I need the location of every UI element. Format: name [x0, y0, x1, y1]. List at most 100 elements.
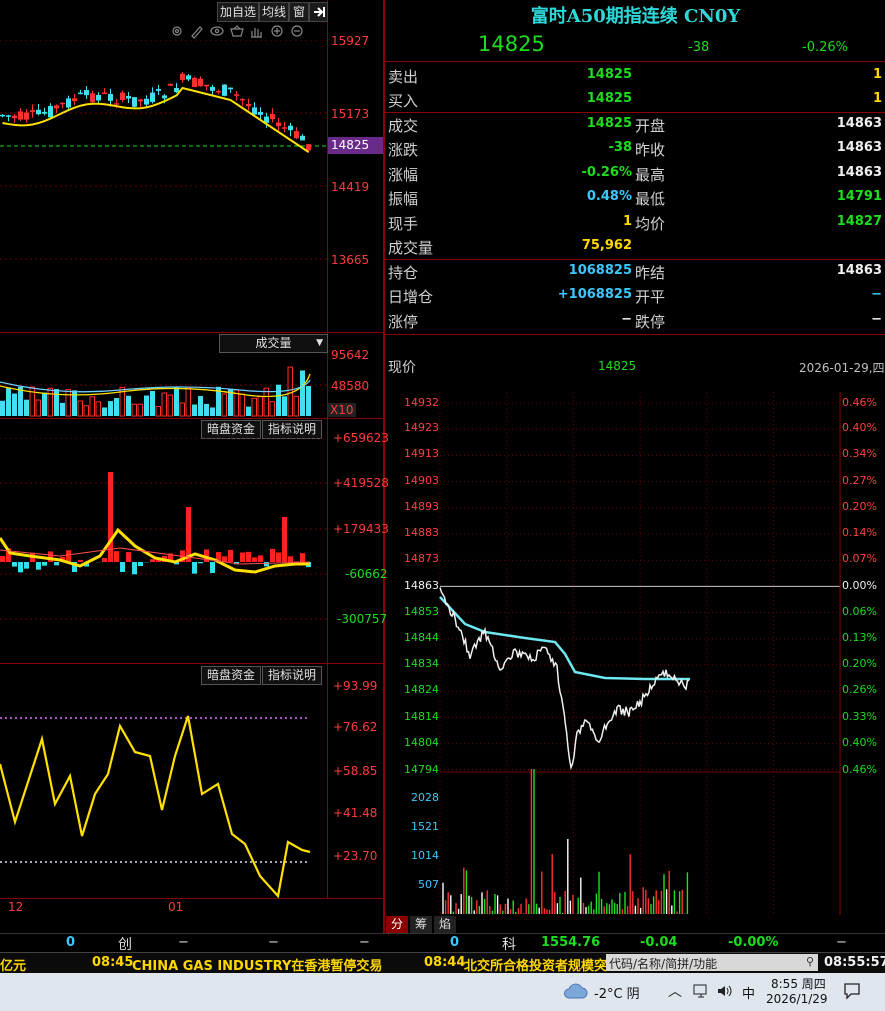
candle-body	[168, 83, 173, 86]
notification-icon[interactable]	[843, 982, 861, 1004]
volume-bar	[65, 389, 71, 417]
volume-indicator-dropdown[interactable]: 成交量 ▼	[219, 334, 328, 353]
candle-body	[156, 89, 161, 91]
flow-bar	[228, 549, 233, 562]
row-value-2: 14863	[836, 263, 882, 278]
left-panel-right-border	[327, 0, 328, 898]
candle-body	[294, 131, 299, 139]
search-input[interactable]: 代码/名称/简拼/功能 ⚲	[606, 954, 818, 971]
volume-icon[interactable]	[716, 983, 734, 1003]
flow-bar	[132, 562, 137, 575]
current-price-marker: 14825	[328, 137, 383, 154]
volume-bar	[95, 401, 101, 417]
row-value-2: 14863	[836, 140, 882, 155]
flow-bar	[186, 507, 191, 562]
ticker-text-2[interactable]: 北交所合格投资者规模突	[464, 955, 606, 974]
row-label: 振幅	[388, 190, 419, 208]
volume-bar	[185, 386, 191, 417]
volume-axis-2: 48580	[331, 379, 370, 393]
pct-tick: 0.20%	[842, 500, 877, 513]
ticker-prefix: 亿元	[0, 959, 27, 974]
taskbar-time[interactable]: 8:55 周四	[771, 975, 826, 992]
volume-bar	[0, 400, 5, 416]
tab-add-favorite[interactable]: 加自选	[217, 2, 259, 22]
sell-qty: 1	[872, 67, 882, 82]
network-icon[interactable]	[692, 983, 710, 1003]
row-value-2: 14863	[836, 165, 882, 180]
flow-bar	[240, 552, 245, 562]
row-value-2: −	[871, 287, 882, 302]
taskbar-date[interactable]: 2026/1/29	[766, 992, 828, 1006]
price-tick: 14863	[404, 579, 439, 592]
search-icon[interactable]: ⚲	[806, 955, 814, 968]
tray-expand-icon[interactable]: ︿	[668, 981, 682, 1001]
dark-pool-button-2[interactable]: 暗盘资金	[201, 666, 261, 685]
row-label-2: 跌停	[635, 313, 666, 331]
indicator2-bottom-border	[0, 898, 384, 899]
volume-bar	[161, 392, 167, 417]
row-label-2: 开盘	[635, 117, 666, 135]
star-market-label[interactable]: 科	[502, 934, 516, 954]
pct-tick: 0.40%	[842, 736, 877, 749]
price-tick: 14923	[404, 421, 439, 434]
candle-body	[240, 98, 245, 101]
candle-body	[36, 109, 41, 115]
volume-bar	[251, 397, 257, 417]
pct-tick: 0.20%	[842, 657, 877, 670]
indicator-help-button-1[interactable]: 指标说明	[262, 420, 322, 439]
candle-body	[228, 87, 233, 90]
ind1-axis-2: +419528	[333, 476, 389, 490]
candle-body	[144, 98, 149, 105]
taskbar: -2°C 阴 ︿ 中 8:55 周四 2026/1/29	[0, 973, 885, 1011]
volume-bar	[72, 390, 77, 416]
weather-text[interactable]: -2°C 阴	[594, 983, 640, 1002]
tab-window[interactable]: 窗	[289, 2, 309, 22]
dark-pool-button-1[interactable]: 暗盘资金	[201, 420, 261, 439]
volume-bar	[77, 400, 83, 417]
tab-timeshare[interactable]: 分	[386, 916, 408, 933]
volume-bar	[131, 403, 137, 417]
flow-bar	[12, 562, 17, 567]
candle-body	[174, 87, 179, 93]
ticker-clock: 08:55:57	[824, 955, 885, 970]
buy-label: 买入	[388, 92, 419, 110]
volume-bar	[300, 370, 305, 416]
ime-indicator[interactable]: 中	[742, 983, 755, 1002]
row-value-2: 14827	[836, 214, 882, 229]
row-label: 日增仓	[388, 288, 434, 306]
volume-bar	[89, 396, 95, 417]
status-dash-2: −	[268, 935, 279, 950]
indicator-help-button-2[interactable]: 指标说明	[262, 666, 322, 685]
flow-bar	[198, 562, 203, 564]
candle-body	[90, 93, 95, 103]
candle-body	[276, 122, 281, 127]
zoom-out-icon	[291, 25, 303, 37]
volume-bar	[35, 399, 41, 417]
zoom-in-icon	[271, 25, 283, 37]
flow-bar	[150, 559, 155, 562]
tab-chips[interactable]: 筹	[410, 916, 432, 933]
volume-unit: X10	[328, 403, 356, 417]
indicator2-line	[0, 715, 311, 899]
tab-flame[interactable]: 焰	[434, 916, 456, 933]
flow-bar	[276, 552, 281, 562]
indicator1-bottom-border	[0, 663, 384, 664]
tab-moving-average[interactable]: 均线	[259, 2, 289, 22]
row-label: 现手	[388, 215, 419, 233]
candle-body	[150, 92, 155, 102]
row-label-2: 均价	[635, 215, 666, 233]
chinext-label[interactable]: 创	[118, 934, 132, 954]
ticker-text-1[interactable]: CHINA GAS INDUSTRY在香港暂停交易	[132, 955, 382, 974]
intraday-chart[interactable]	[385, 392, 885, 915]
news-ticker[interactable]: 亿元 08:45 CHINA GAS INDUSTRY在香港暂停交易 08:44…	[0, 952, 885, 974]
volume-bar	[282, 396, 287, 416]
vol-tick: 507	[418, 878, 439, 891]
price-tick: 14873	[404, 552, 439, 565]
cloud-icon[interactable]	[562, 982, 588, 1004]
flow-bar	[288, 556, 293, 562]
kline-chart[interactable]	[0, 39, 327, 332]
volume-bar	[42, 392, 47, 416]
status-dash-3: −	[359, 935, 370, 950]
candle-body	[300, 135, 305, 141]
expand-panel-icon[interactable]	[309, 2, 328, 22]
